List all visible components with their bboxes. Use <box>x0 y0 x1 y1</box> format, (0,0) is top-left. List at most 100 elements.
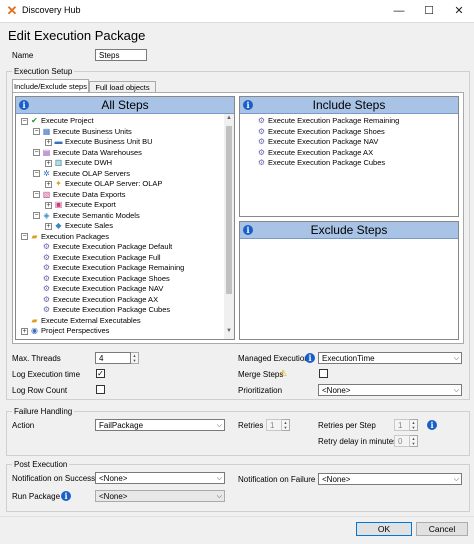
ok-button[interactable]: OK <box>356 522 412 536</box>
exclude-steps-title: Exclude Steps <box>310 223 388 237</box>
notification-on-success-select[interactable]: <None> ⌵ <box>95 472 225 484</box>
retries-spinner[interactable]: ▲ ▼ <box>282 419 290 431</box>
tab-full-load-objects[interactable]: Full load objects (0) <box>89 81 156 103</box>
tree-item-label: Project Perspectives <box>41 326 110 335</box>
collapse-icon[interactable]: − <box>21 233 28 241</box>
step-icon: ✔ <box>31 116 38 125</box>
notification-on-failure-select[interactable]: <None> ⌵ <box>318 473 462 485</box>
tree-item-label: Execute OLAP Server: OLAP <box>65 179 163 188</box>
run-package-value: <None> <box>99 492 128 501</box>
expand-icon[interactable]: + <box>21 327 28 335</box>
tree-item[interactable]: − ✔ Execute Project <box>21 116 94 126</box>
retries-input[interactable]: 1 <box>266 419 282 431</box>
scroll-thumb[interactable] <box>226 126 232 294</box>
tree-item[interactable]: + ▥ Execute DWH <box>45 158 112 168</box>
tree-item[interactable]: − ✲ Execute OLAP Servers <box>33 169 130 179</box>
tree-item[interactable]: − ▧ Execute Data Exports <box>33 190 126 200</box>
step-icon: ⚙ <box>42 305 51 314</box>
tree-item[interactable]: − ▰ Execution Packages <box>21 232 109 242</box>
managed-execution-info-icon[interactable]: i <box>305 353 315 363</box>
retry-delay-input[interactable]: 0 <box>394 435 410 447</box>
managed-execution-select[interactable]: ExecutionTime ⌵ <box>318 352 462 364</box>
expand-icon[interactable]: + <box>45 180 52 188</box>
max-threads-spinner[interactable]: ▲ ▼ <box>131 352 139 364</box>
include-steps-title: Include Steps <box>312 98 386 112</box>
retries-per-step-input[interactable]: 1 <box>394 419 410 431</box>
tree-item[interactable]: ⚙ Execute Execution Package Shoes <box>33 274 170 284</box>
max-threads-input[interactable]: 4 <box>95 352 131 364</box>
collapse-icon[interactable]: − <box>33 149 40 157</box>
tree-item[interactable]: ⚙ Execute Execution Package Remaining <box>33 263 184 273</box>
tree-item[interactable]: − ▤ Execute Data Warehouses <box>33 148 142 158</box>
tree-item[interactable]: + ◉ Project Perspectives <box>21 326 109 336</box>
tab-include-exclude-steps[interactable]: Include/Exclude steps <box>12 79 89 92</box>
expand-icon[interactable]: + <box>45 222 52 230</box>
tree-item[interactable]: + ✦ Execute OLAP Server: OLAP <box>45 179 162 189</box>
tree-item-label: Execute Semantic Models <box>53 210 140 220</box>
tree-item-label: Execute Execution Package Default <box>53 242 173 251</box>
window-title: Discovery Hub <box>22 5 81 15</box>
log-execution-time-checkbox[interactable]: ✓ <box>96 369 105 378</box>
collapse-icon[interactable]: − <box>33 191 40 199</box>
list-item[interactable]: ⚙ Execute Execution Package Remaining <box>257 116 399 126</box>
expand-icon[interactable]: + <box>45 159 52 167</box>
step-icon: ✲ <box>43 168 50 178</box>
tree-item[interactable]: + ◆ Execute Sales <box>45 221 113 231</box>
chevron-down-icon: ⌵ <box>453 387 459 394</box>
list-item[interactable]: ⚙ Execute Execution Package NAV <box>257 137 378 147</box>
log-row-count-checkbox[interactable] <box>96 385 105 394</box>
action-label: Action <box>12 421 35 430</box>
retries-per-step-info-icon[interactable]: i <box>427 420 437 430</box>
merge-steps-checkbox[interactable] <box>319 369 328 378</box>
close-button[interactable]: ✕ <box>444 0 474 22</box>
tree-item[interactable]: ▰ Execute External Executables <box>21 315 141 326</box>
maximize-button[interactable]: ☐ <box>414 0 444 22</box>
step-icon: ◆ <box>55 221 62 230</box>
all-steps-scrollbar[interactable]: ▲ ▼ <box>224 114 234 339</box>
step-icon: ▤ <box>42 147 51 157</box>
step-icon: ✦ <box>55 179 62 188</box>
expand-icon[interactable]: + <box>45 138 52 146</box>
scroll-up-arrow-icon[interactable]: ▲ <box>226 115 232 121</box>
retry-delay-spinner[interactable]: ▲ ▼ <box>410 435 418 447</box>
list-item[interactable]: ⚙ Execute Execution Package AX <box>257 148 373 158</box>
tree-item[interactable]: − ◈ Execute Semantic Models <box>33 211 140 221</box>
tree-item[interactable]: ⚙ Execute Execution Package Default <box>33 242 172 252</box>
collapse-icon[interactable]: − <box>21 117 28 125</box>
collapse-icon[interactable]: − <box>33 212 40 220</box>
list-item-label: Execute Execution Package Remaining <box>268 116 400 125</box>
run-package-info-icon[interactable]: i <box>61 491 71 501</box>
minimize-button[interactable]: — <box>384 0 414 22</box>
action-value: FailPackage <box>99 421 144 430</box>
step-icon: ◈ <box>43 210 50 220</box>
list-item[interactable]: ⚙ Execute Execution Package Shoes <box>257 127 385 137</box>
tree-item[interactable]: ⚙ Execute Execution Package Full <box>33 253 161 263</box>
run-package-select[interactable]: <None> ⌵ <box>95 490 225 502</box>
collapse-icon[interactable]: − <box>33 128 40 136</box>
list-item-label: Execute Execution Package AX <box>268 147 374 157</box>
list-item[interactable]: ⚙ Execute Execution Package Cubes <box>257 158 385 168</box>
tree-item[interactable]: + ▬ Execute Business Unit BU <box>45 137 153 147</box>
name-input[interactable]: Steps <box>95 49 147 61</box>
retry-delay-label: Retry delay in minutes <box>318 437 398 446</box>
prioritization-value: <None> <box>322 386 351 395</box>
all-steps-tree[interactable]: − ✔ Execute Project − ▦ Execute Business Unit… <box>16 114 224 339</box>
tree-item-label: Execute Sales <box>65 221 113 230</box>
list-item-label: Execute Execution Package Cubes <box>268 158 386 167</box>
tree-item[interactable]: ⚙ Execute Execution Package NAV <box>33 284 163 294</box>
action-select[interactable]: FailPackage ⌵ <box>95 419 225 431</box>
step-icon: ⚙ <box>42 294 51 304</box>
include-steps-list[interactable]: ⚙ Execute Execution Package Remaining ⚙ Exe… <box>240 114 458 214</box>
cancel-button[interactable]: Cancel <box>416 522 468 536</box>
expand-icon[interactable]: + <box>45 201 52 209</box>
tree-item-label: Execute External Executables <box>41 315 141 325</box>
tree-item[interactable]: − ▦ Execute Business Units <box>33 127 132 137</box>
tree-item[interactable]: ⚙ Execute Execution Package AX <box>33 295 158 305</box>
retries-per-step-spinner[interactable]: ▲ ▼ <box>410 419 418 431</box>
scroll-down-arrow-icon[interactable]: ▼ <box>226 328 232 334</box>
tree-item[interactable]: + ▣ Execute Export <box>45 200 116 210</box>
collapse-icon[interactable]: − <box>33 170 40 178</box>
prioritization-select[interactable]: <None> ⌵ <box>318 384 462 396</box>
tree-item[interactable]: ⚙ Execute Execution Package Cubes <box>33 305 170 315</box>
exclude-steps-list[interactable] <box>240 239 458 339</box>
